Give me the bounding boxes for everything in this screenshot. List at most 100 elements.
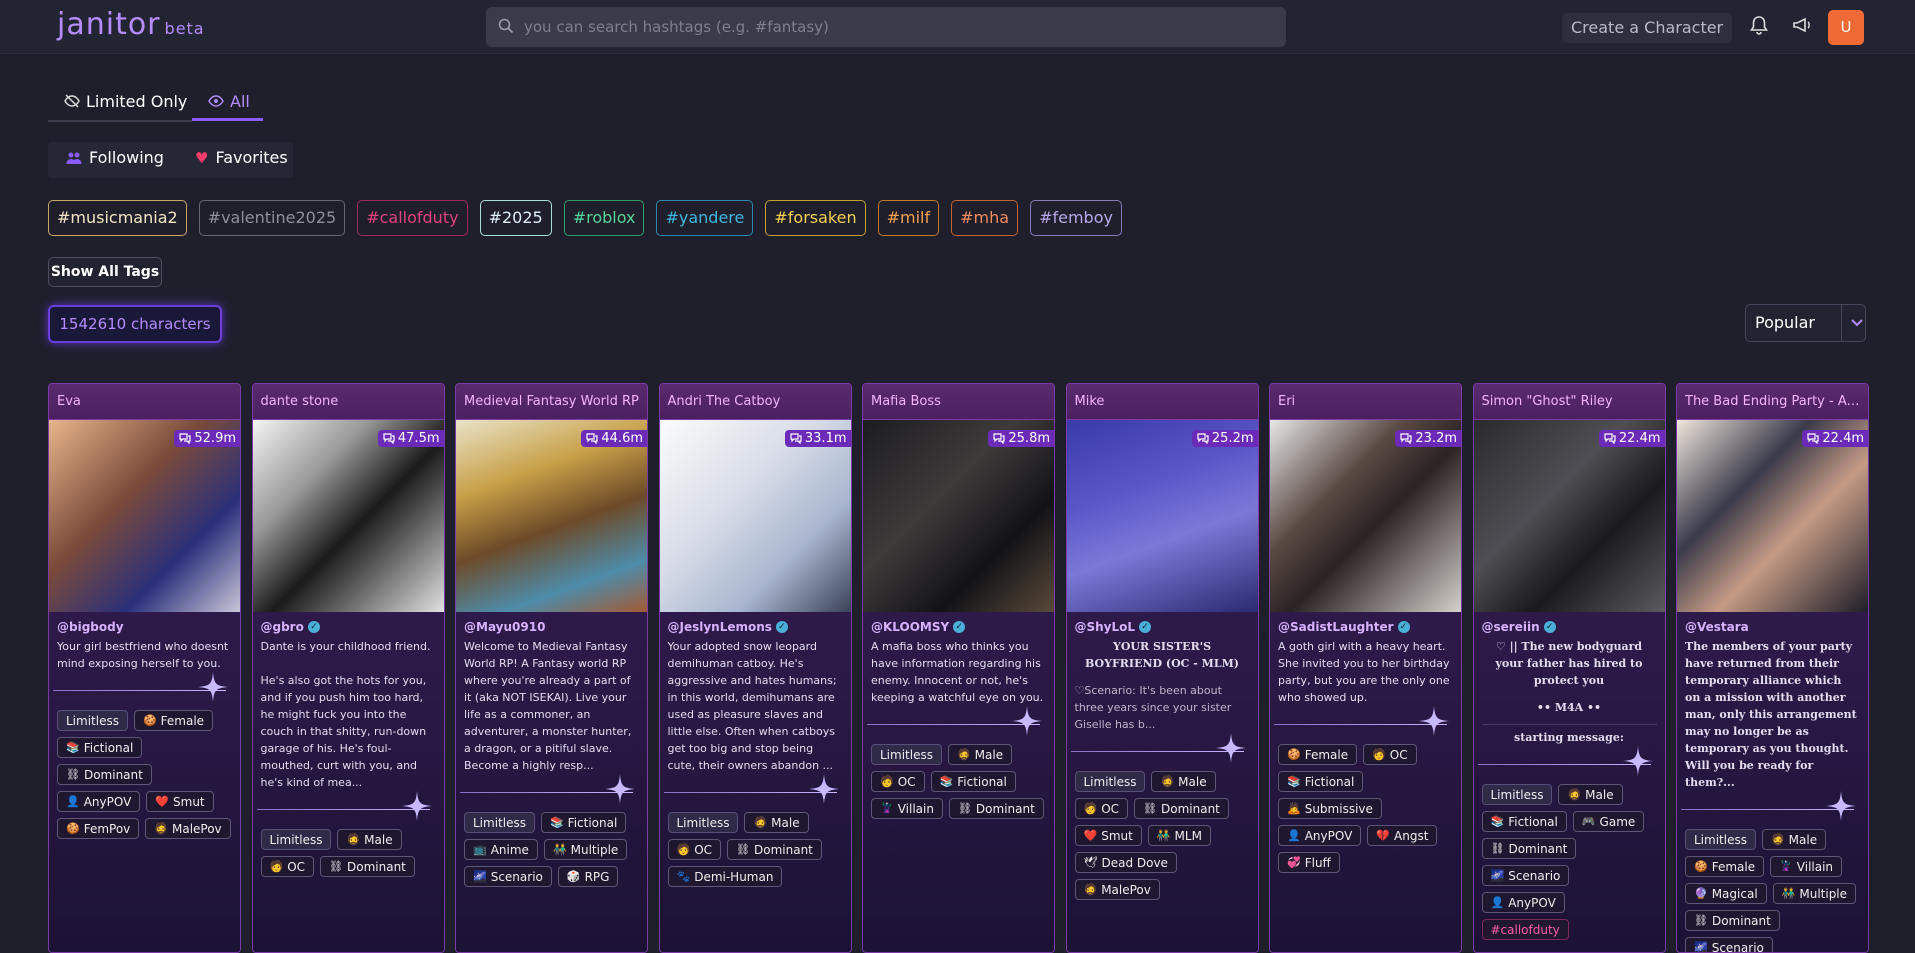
tag-pill[interactable]: 🧑OC [1075,798,1129,819]
character-card[interactable]: Eva52.9m@bigbodyYour girl bestfriend who… [48,383,241,953]
avatar[interactable]: U [1828,10,1864,45]
tag-pill[interactable]: 🧑OC [668,839,722,860]
character-card[interactable]: Simon "Ghost" Riley22.4m@sereiin✓♡ || Th… [1473,383,1666,953]
character-card[interactable]: Eri23.2m@SadistLaughter✓A goth girl with… [1269,383,1462,953]
tag-pill[interactable]: 🧔Male [1558,784,1622,805]
character-card[interactable]: dante stone47.5m@gbro✓Dante is your chil… [252,383,445,953]
show-all-tags-button[interactable]: Show All Tags [48,257,162,287]
search-bar[interactable] [486,7,1286,47]
tag-pill[interactable]: Limitless [1075,771,1146,792]
favorites-button[interactable]: ♥ Favorites [195,148,288,167]
tag-pill[interactable]: ⛓Dominant [57,764,152,785]
author-link[interactable]: @bigbody [57,620,232,634]
hashtag-chip[interactable]: #forsaken [765,200,865,236]
tag-pill[interactable]: ⛓Dominant [949,798,1044,819]
character-image[interactable]: 22.4m [1474,420,1665,612]
tag-pill[interactable]: Limitless [668,812,739,833]
tag-pill[interactable]: Limitless [261,829,332,850]
tag-pill[interactable]: 📺Anime [464,839,538,860]
tag-pill[interactable]: 🧑OC [261,856,315,877]
tag-pill[interactable]: 📚Fictional [541,812,626,833]
tag-pill[interactable]: 💞Fluff [1278,852,1340,873]
tag-pill[interactable]: 👤AnyPOV [1482,892,1565,913]
character-image[interactable]: 33.1m [660,420,851,612]
character-card[interactable]: The Bad Ending Party - Adventurers22.4m@… [1676,383,1869,953]
hashtag-chip[interactable]: #mha [951,200,1018,236]
character-card[interactable]: Mike25.2m@ShyLoL✓YOUR SISTER'S BOYFRIEND… [1066,383,1259,953]
hashtag-chip[interactable]: #2025 [480,200,552,236]
character-card[interactable]: Mafia Boss25.8m@KLOOMSY✓A mafia boss who… [862,383,1055,953]
character-image[interactable]: 25.2m [1067,420,1258,612]
tag-pill[interactable]: ❤️Smut [146,791,213,812]
hashtag-chip[interactable]: #callofduty [357,200,467,236]
tag-pill[interactable]: 👤AnyPOV [57,791,140,812]
tag-pill[interactable]: Limitless [1685,829,1756,850]
tag-pill[interactable]: 🌌Scenario [1482,865,1570,886]
tag-pill[interactable]: 🍪FemPov [57,818,139,839]
author-link[interactable]: @gbro✓ [261,620,436,634]
tag-pill[interactable]: ⛓Dominant [727,839,822,860]
hashtag-chip[interactable]: #roblox [564,200,645,236]
tag-pill[interactable]: 🌌Scenario [464,866,552,887]
character-image[interactable]: 25.8m [863,420,1054,612]
tab-limited-only[interactable]: Limited Only [48,81,203,121]
tag-pill[interactable]: 👬MLM [1148,825,1211,846]
tag-pill[interactable]: 🧔Male [948,744,1012,765]
logo[interactable]: janitorbeta [57,7,205,42]
tag-pill[interactable]: ⛓Dominant [1685,910,1780,931]
character-image[interactable]: 47.5m [253,420,444,612]
tag-pill[interactable]: 🧔Male [1151,771,1215,792]
tag-pill[interactable]: 🦹Villain [1770,856,1842,877]
author-link[interactable]: @Vestara [1685,620,1860,634]
tag-pill[interactable]: 🍪Female [1685,856,1764,877]
search-input[interactable] [524,7,1264,47]
tag-pill[interactable]: 🍪Female [1278,744,1357,765]
author-link[interactable]: @SadistLaughter✓ [1278,620,1453,634]
tag-pill[interactable]: 👬Multiple [544,839,627,860]
character-image[interactable]: 23.2m [1270,420,1461,612]
tag-pill[interactable]: 🧑OC [1363,744,1417,765]
tag-pill[interactable]: 🐾Demi-Human [668,866,783,887]
hashtag-chip[interactable]: #femboy [1030,200,1122,236]
author-link[interactable]: @JeslynLemons✓ [668,620,843,634]
character-card[interactable]: Andri The Catboy33.1m@JeslynLemons✓Your … [659,383,852,953]
following-button[interactable]: Following [66,148,164,167]
hashtag-chip[interactable]: #valentine2025 [199,200,346,236]
tag-pill[interactable]: 🔮Magical [1685,883,1767,904]
tag-pill[interactable]: Limitless [57,710,128,731]
author-link[interactable]: @KLOOMSY✓ [871,620,1046,634]
sort-select[interactable]: Popular [1745,304,1866,342]
tag-pill[interactable]: 👤AnyPOV [1278,825,1361,846]
character-card[interactable]: Medieval Fantasy World RP44.6m@Mayu0910W… [455,383,648,953]
tag-pill[interactable]: ⛓Dominant [1482,838,1577,859]
tag-pill[interactable]: 🧔MalePov [145,818,230,839]
tag-pill[interactable]: 🎲RPG [558,866,619,887]
author-link[interactable]: @ShyLoL✓ [1075,620,1250,634]
create-character-button[interactable]: Create a Character [1562,13,1732,43]
tag-pill[interactable]: 🧔Male [1762,829,1826,850]
tag-pill[interactable]: 👬Multiple [1773,883,1856,904]
tag-pill[interactable]: 📚Fictional [1278,771,1363,792]
tag-pill[interactable]: 📚Fictional [1482,811,1567,832]
tag-pill[interactable]: Limitless [1482,784,1553,805]
tag-pill[interactable]: #callofduty [1482,919,1569,940]
character-image[interactable]: 52.9m [49,420,240,612]
character-image[interactable]: 22.4m [1677,420,1868,612]
hashtag-chip[interactable]: #yandere [656,200,753,236]
hashtag-chip[interactable]: #milf [878,200,940,236]
tag-pill[interactable]: 🧑OC [871,771,925,792]
tag-pill[interactable]: Limitless [464,812,535,833]
tag-pill[interactable]: 📚Fictional [57,737,142,758]
bell-icon[interactable] [1750,15,1768,37]
tag-pill[interactable]: 🧔MalePov [1075,879,1160,900]
author-link[interactable]: @Mayu0910 [464,620,639,634]
tab-all[interactable]: All [192,81,266,121]
tag-pill[interactable]: 🕊Dead Dove [1075,852,1177,873]
megaphone-icon[interactable] [1792,15,1812,35]
tag-pill[interactable]: ⛓Dominant [320,856,415,877]
tag-pill[interactable]: ⛓Dominant [1134,798,1229,819]
tag-pill[interactable]: 📚Fictional [931,771,1016,792]
tag-pill[interactable]: 💔Angst [1367,825,1437,846]
hashtag-chip[interactable]: #musicmania2 [48,200,187,236]
tag-pill[interactable]: 🙇Submissive [1278,798,1382,819]
